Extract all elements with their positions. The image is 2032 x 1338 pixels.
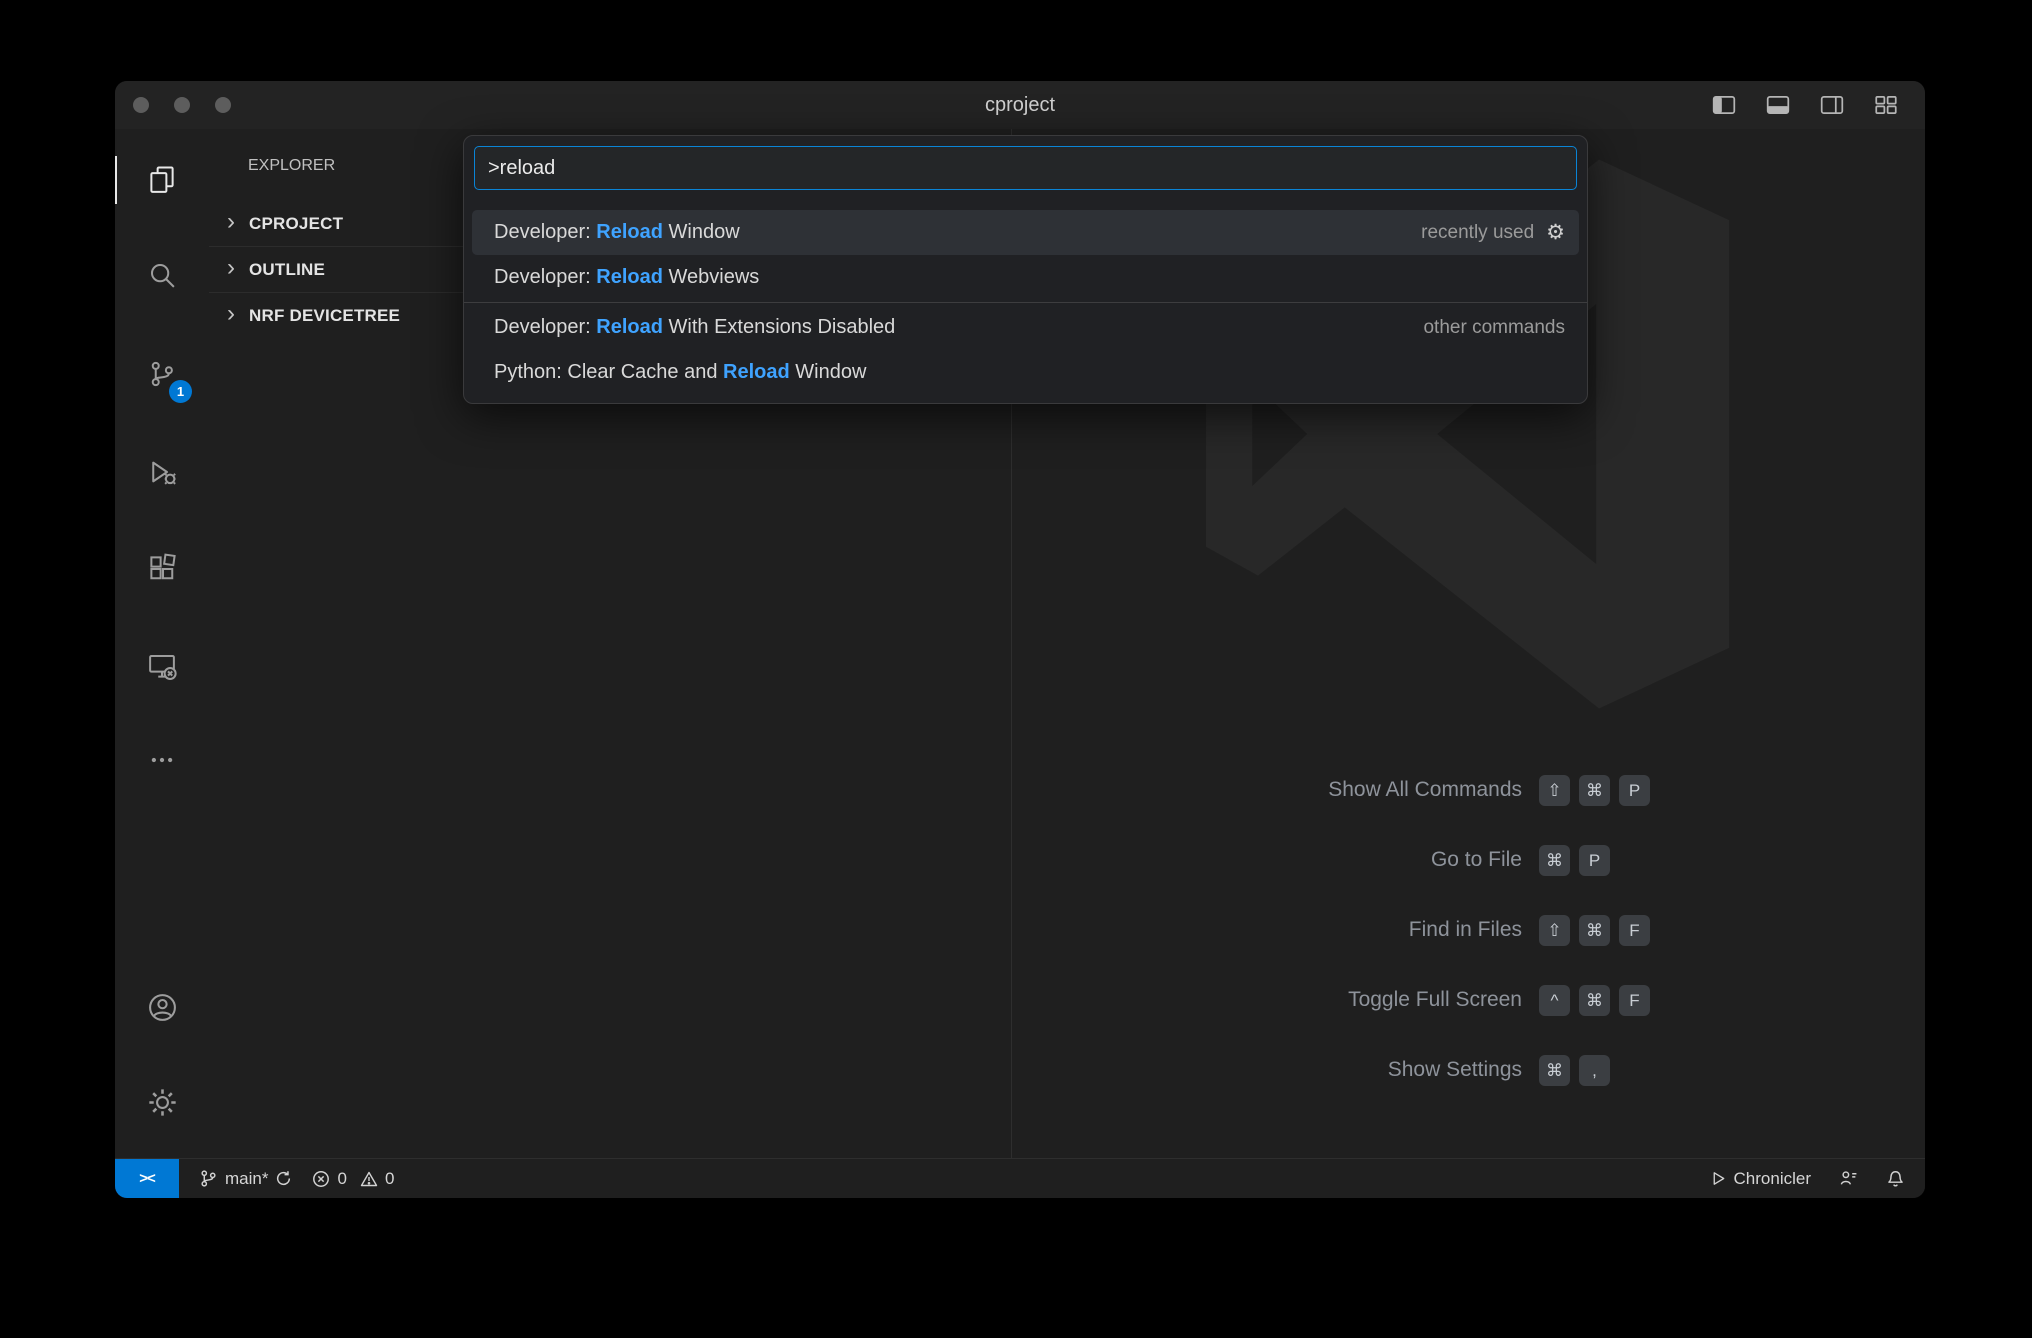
- command-palette-input[interactable]: [474, 146, 1577, 190]
- keycap: ^: [1539, 985, 1570, 1016]
- source-control-badge: 1: [169, 380, 192, 403]
- command-palette-results: Developer: Reload Window recently used ⚙…: [464, 210, 1587, 395]
- files-icon: [147, 165, 177, 195]
- settings-button[interactable]: [138, 1078, 186, 1126]
- keycap: ⌘: [1579, 915, 1610, 946]
- shortcut-label: Show All Commands: [1180, 778, 1522, 802]
- shortcut-row: Show All Commands ⇧ ⌘ P: [1180, 774, 1650, 806]
- keyboard-shortcut-hints: Show All Commands ⇧ ⌘ P Go to File ⌘ P F: [1180, 774, 1650, 1124]
- notifications-status-item[interactable]: [1886, 1169, 1905, 1188]
- section-label: NRF DEVICETREE: [249, 306, 400, 326]
- git-branch-icon: [199, 1169, 218, 1188]
- keycap: ⌘: [1579, 775, 1610, 806]
- chronicler-label: Chronicler: [1734, 1169, 1811, 1189]
- keycap: P: [1579, 845, 1610, 876]
- problems-status-item[interactable]: 0 0: [312, 1169, 394, 1189]
- keycap: ,: [1579, 1055, 1610, 1086]
- bell-icon: [1886, 1169, 1905, 1188]
- shortcut-row: Show Settings ⌘ ,: [1180, 1054, 1650, 1086]
- shortcut-row: Go to File ⌘ P: [1180, 844, 1650, 876]
- item-text: Developer: Reload With Extensions Disabl…: [494, 316, 895, 339]
- keycap: F: [1619, 985, 1650, 1016]
- shortcut-label: Show Settings: [1180, 1058, 1522, 1082]
- palette-item-reload-extensions-disabled[interactable]: Developer: Reload With Extensions Disabl…: [472, 305, 1579, 350]
- active-view-indicator: [115, 156, 117, 204]
- toggle-secondary-sidebar-icon[interactable]: [1819, 92, 1845, 118]
- palette-item-reload-webviews[interactable]: Developer: Reload Webviews: [472, 255, 1579, 300]
- shortcut-row: Find in Files ⇧ ⌘ F: [1180, 914, 1650, 946]
- error-count: 0: [337, 1169, 346, 1189]
- item-text: Developer: Reload Window: [494, 221, 740, 244]
- remote-explorer-view-button[interactable]: [138, 642, 186, 690]
- keycap: ⇧: [1539, 915, 1570, 946]
- error-icon: [312, 1170, 330, 1188]
- run-debug-view-button[interactable]: [138, 448, 186, 496]
- account-icon: [147, 992, 178, 1023]
- chevron-right-icon: ›: [227, 256, 249, 280]
- warning-icon: [360, 1170, 378, 1188]
- explorer-view-button[interactable]: [138, 156, 186, 204]
- chronicler-status-item[interactable]: Chronicler: [1710, 1169, 1811, 1189]
- keycap: ⌘: [1579, 985, 1610, 1016]
- feedback-status-item[interactable]: [1839, 1169, 1858, 1188]
- configure-keybinding-gear-icon[interactable]: ⚙: [1546, 222, 1565, 243]
- shortcut-label: Go to File: [1180, 848, 1522, 872]
- play-icon: [1710, 1170, 1727, 1187]
- extensions-icon: [147, 553, 177, 583]
- keycap: ⌘: [1539, 1055, 1570, 1086]
- palette-item-python-clear-cache-reload[interactable]: Python: Clear Cache and Reload Window: [472, 350, 1579, 395]
- vscode-window: cproject: [115, 81, 1925, 1198]
- remote-explorer-icon: [147, 651, 177, 681]
- title-bar: cproject: [115, 81, 1925, 130]
- warning-count: 0: [385, 1169, 394, 1189]
- palette-item-reload-window[interactable]: Developer: Reload Window recently used ⚙: [472, 210, 1579, 255]
- accounts-button[interactable]: [138, 983, 186, 1031]
- sync-icon: [275, 1170, 292, 1187]
- shortcut-label: Toggle Full Screen: [1180, 988, 1522, 1012]
- gear-icon: [147, 1087, 178, 1118]
- remote-indicator-button[interactable]: ><: [115, 1159, 179, 1198]
- source-control-view-button[interactable]: 1: [138, 350, 186, 398]
- branch-status-item[interactable]: main*: [199, 1169, 292, 1189]
- search-view-button[interactable]: [138, 251, 186, 299]
- run-debug-icon: [147, 457, 177, 487]
- chevron-right-icon: ›: [227, 210, 249, 234]
- remote-indicator-icon: ><: [139, 1170, 155, 1187]
- status-bar: >< main* 0: [115, 1158, 1925, 1198]
- toggle-panel-icon[interactable]: [1765, 92, 1791, 118]
- sidebar-title: EXPLORER: [248, 157, 335, 175]
- other-commands-label: other commands: [1423, 317, 1565, 339]
- additional-views-button[interactable]: [138, 736, 186, 784]
- recently-used-label: recently used: [1421, 222, 1534, 244]
- shortcut-label: Find in Files: [1180, 918, 1522, 942]
- item-text: Developer: Reload Webviews: [494, 266, 759, 289]
- ellipsis-icon: [147, 745, 177, 775]
- customize-layout-icon[interactable]: [1873, 92, 1899, 118]
- keycap: ⇧: [1539, 775, 1570, 806]
- toggle-primary-sidebar-icon[interactable]: [1711, 92, 1737, 118]
- keycap: P: [1619, 775, 1650, 806]
- search-icon: [147, 260, 177, 290]
- item-text: Python: Clear Cache and Reload Window: [494, 361, 866, 384]
- command-palette: Developer: Reload Window recently used ⚙…: [463, 135, 1588, 404]
- keycap: ⌘: [1539, 845, 1570, 876]
- feedback-person-icon: [1839, 1169, 1858, 1188]
- section-label: OUTLINE: [249, 260, 325, 280]
- window-title: cproject: [115, 81, 1925, 129]
- keycap: F: [1619, 915, 1650, 946]
- branch-name: main*: [225, 1169, 268, 1189]
- chevron-right-icon: ›: [227, 302, 249, 326]
- activity-bar: 1: [115, 129, 209, 1159]
- section-label: CPROJECT: [249, 214, 343, 234]
- palette-separator: [464, 302, 1587, 303]
- extensions-view-button[interactable]: [138, 544, 186, 592]
- shortcut-row: Toggle Full Screen ^ ⌘ F: [1180, 984, 1650, 1016]
